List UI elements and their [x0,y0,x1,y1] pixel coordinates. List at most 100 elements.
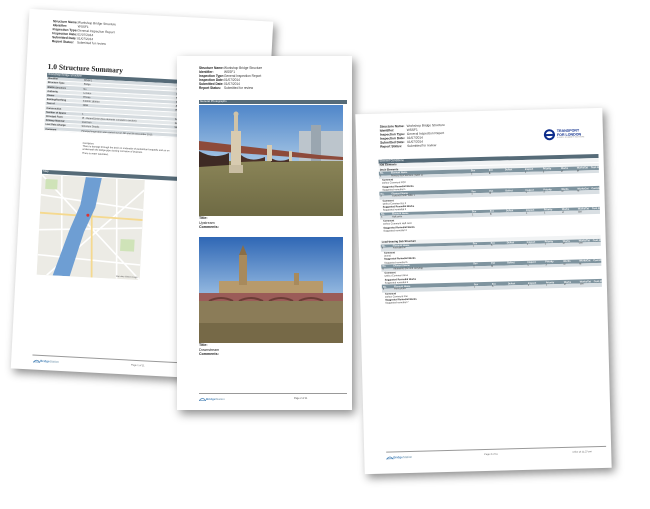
table-cell: 1 [473,286,476,289]
report-page-element-conditions: Structure Name: Workshop Bridge Structure… [355,107,612,475]
table-cell: 1 [526,244,529,247]
table-cell: B [491,265,493,268]
table-cell: Year of [46,102,55,106]
photo-comments-label: Comments: [199,352,219,357]
header-field-key: Report Status: [380,144,403,150]
table-cell: 4 [381,248,384,251]
tfl-roundel-icon [543,129,556,141]
table-cell: 5 [382,268,384,271]
table-cell: 1 [524,171,527,174]
map-graphic [36,174,145,280]
brand-prefix: Bridge [40,358,50,363]
table-cell: 1 [525,212,528,215]
bridge-photo-upstream [199,105,343,216]
page-number: Page 2 of 11 [294,397,308,400]
table-cell: Pier/column [393,288,407,291]
header-field: Report Status: Submitted for review [199,86,274,90]
table-cell: ☑ [562,243,565,246]
table-cell: CM [578,242,583,245]
table-cell: A [490,245,493,248]
footer-timestamp: 4 Oct 14 11:27 pm [572,450,592,454]
table-cell: ☑ [561,211,565,214]
structure-comment-text: Inscription: There is damage through the … [82,142,170,159]
table-cell: 6 [382,288,385,291]
element-conditions-table: IOB Elements Deck Elements No. Element Name… [378,157,602,305]
table-cell: 1 [527,264,529,267]
table-cell: WSSF1 [83,79,93,83]
table-cell: B [488,172,491,175]
table-cell: ☑ [560,170,563,173]
table-cell: Primary deck element (Table 1) [390,174,423,178]
header-field-key: Report Status: [199,86,221,91]
table-cell: No [83,87,87,91]
table-cell: Owner [47,93,55,98]
photo-comments-label: Comments: [199,225,219,230]
header-field-value: Submitted for review [224,86,254,91]
table-cell: 1 [544,243,547,246]
table-cell: 3 [381,216,383,219]
table-cell: B [489,192,492,195]
table-cell: Comment [45,127,57,131]
table-cell: 1 [527,284,530,287]
page-number: Page 1 of 11 [131,363,145,368]
table-cell: London [83,91,92,96]
table-cell: 1 [545,284,548,287]
table-cell: A [491,285,494,288]
table-cell: 1 [472,245,475,248]
page-number: Page 3 of 11 [484,452,498,457]
table-cell: 1 [82,112,84,116]
table-cell: Bridge [83,83,91,87]
photo-caption-1: Title: Upstream Comments: [199,216,219,230]
table-cell: Transvers from Table 1 [391,194,415,198]
brand-prefix: Bridge [206,396,216,401]
table-cell: CM [579,283,584,286]
table-cell: 3 [542,171,545,174]
table-cell: M [577,190,580,193]
table-cell: 1 [543,211,546,214]
section-bar-photos: General Photographs [199,99,347,104]
table-cell: 3 [545,264,547,267]
brand-suffix: Station [215,396,225,401]
table-cell: Abutments (inc end carrying) [393,267,423,271]
photo-upstream[interactable] [199,105,343,216]
page-footer: Bridge Station Page 2 of 11 [199,395,347,402]
table-cell: 1996 [82,104,88,108]
bridge-logo-icon [199,398,206,401]
tfl-wordmark: TRANSPORT FOR LONDON EVERY JOURNEY MATTERS [557,128,585,140]
table-cell: Private [82,95,91,100]
table-cell: ☑ [563,263,566,266]
table-cell: 1 [525,191,527,195]
table-cell: ☑ [561,191,564,194]
tfl-logo: TRANSPORT FOR LONDON EVERY JOURNEY MATTERS [543,128,585,141]
footer-divider [199,393,347,394]
table-cell: 1 [379,175,382,178]
brand-suffix: Station [49,358,60,364]
report-page-photos: Structure Name:Workshop Bridge Structure… [177,56,352,410]
photo-caption-2: Title: Downstream Comments: [199,343,219,357]
table-cell: 2 [471,193,473,196]
photo-title-label: Title: [199,343,208,347]
bridge-photo-downstream [199,237,343,343]
report-header-fields: Structure Name:Workshop Bridge Structure… [199,66,274,91]
brand-prefix: Bridge [393,454,403,459]
header-field-key: Report Status: [51,39,74,45]
photo-downstream[interactable] [199,237,343,343]
header-field: Report Status: Submitted for review [380,143,462,149]
table-cell: Foundations [392,247,406,250]
report-header-fields: Structure Name:Workshop Bridge Structure… [380,123,463,150]
table-cell: 2 [543,191,545,194]
photo-title-label: Title: [199,216,208,220]
table-cell: Half joints [392,215,403,218]
table-cell: CM [577,210,582,214]
brand-suffix: Station [402,454,413,459]
table-cell: ☑ [563,283,566,287]
location-map[interactable]: Map data ©2014 Google [36,174,145,280]
table-cell: 2 [380,195,382,198]
table-cell: 2 [470,173,473,176]
tfl-tagline: EVERY JOURNEY MATTERS [557,136,585,140]
table-cell: 2 [473,266,475,269]
report-header-fields: Structure Name:Workshop Bridge Structure… [52,19,128,47]
table-cell: 1 [471,213,474,216]
table-cell: M [576,170,579,173]
table-cell: M [579,263,582,266]
